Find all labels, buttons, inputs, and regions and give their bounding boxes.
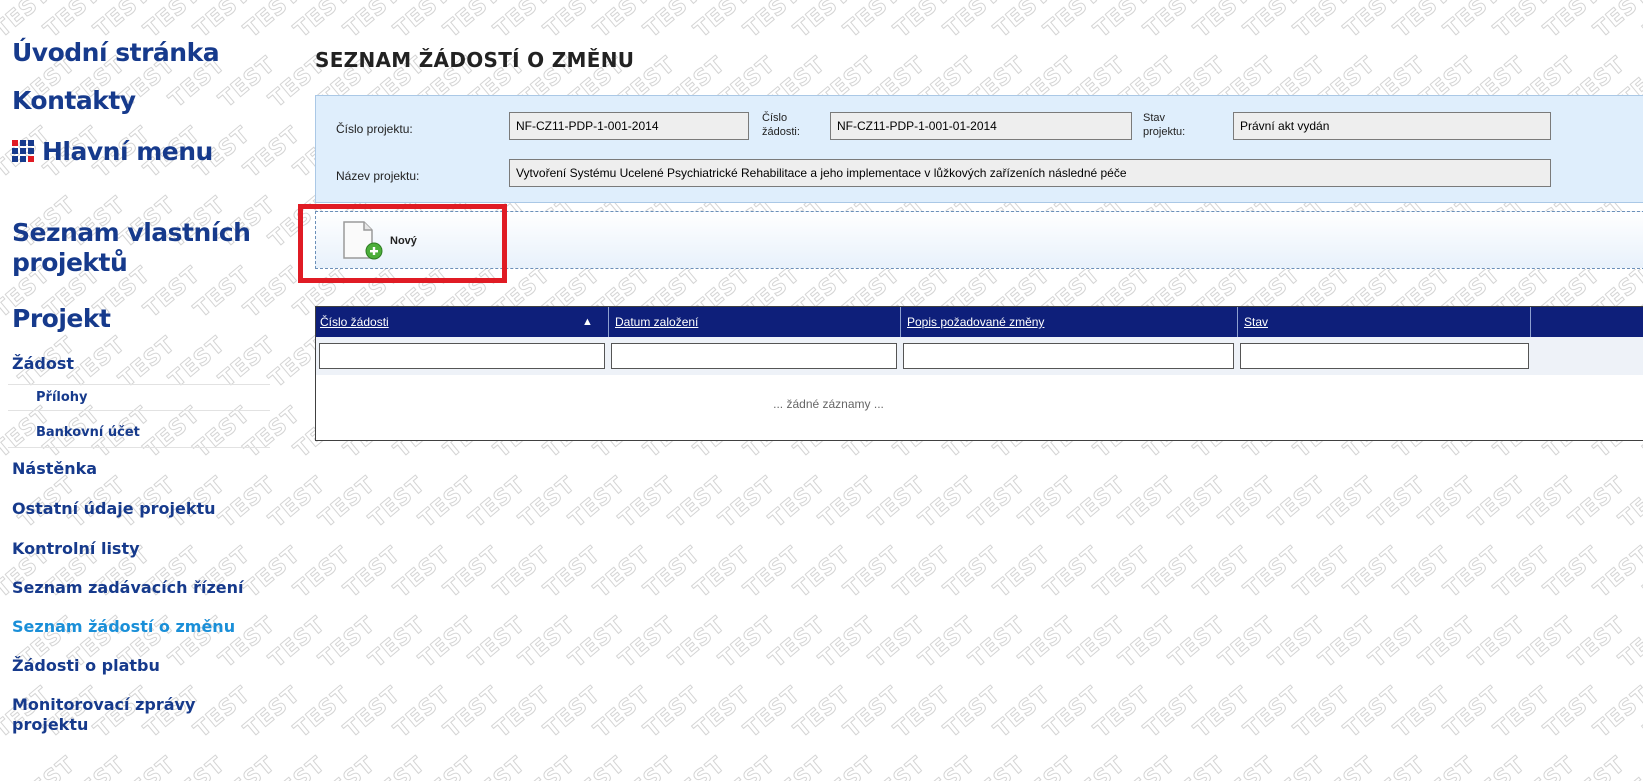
filter-row <box>316 337 1643 375</box>
grid-menu-icon <box>12 140 34 162</box>
sidebar-item-kontrolni-listy[interactable]: Kontrolní listy <box>12 539 140 559</box>
column-header-state[interactable]: Stav <box>1240 307 1530 337</box>
sidebar-item-zadost[interactable]: Žádost <box>12 354 74 374</box>
sidebar-item-ostatni-udaje[interactable]: Ostatní údaje projektu <box>12 499 216 519</box>
project-number-field: NF-CZ11-PDP-1-001-2014 <box>509 112 749 140</box>
sort-ascending-icon[interactable]: ▲ <box>582 307 593 337</box>
nav-project: Projekt <box>12 304 111 333</box>
nav-contacts[interactable]: Kontakty <box>12 86 136 116</box>
column-divider <box>1237 307 1238 337</box>
sidebar-item-bankovni-ucet[interactable]: Bankovní účet <box>36 425 140 441</box>
project-info-panel: Číslo projektu: NF-CZ11-PDP-1-001-2014 Č… <box>315 95 1643 203</box>
column-divider <box>900 307 901 337</box>
project-name-label: Název projektu: <box>336 169 420 183</box>
nav-main-menu[interactable]: Hlavní menu <box>12 137 213 167</box>
nav-own-projects[interactable]: Seznam vlastních projektů <box>12 218 272 278</box>
separator <box>8 384 270 385</box>
sidebar-item-zadavaci-rizeni[interactable]: Seznam zadávacích řízení <box>12 578 244 598</box>
sidebar-item-nastenka[interactable]: Nástěnka <box>12 459 97 479</box>
state-field: Právní akt vydán <box>1233 112 1551 140</box>
column-header-request-number[interactable]: Číslo žádosti <box>316 307 591 337</box>
toolbar: Nový <box>315 211 1643 269</box>
separator <box>8 410 270 411</box>
table-header: Číslo žádosti ▲ Datum založení Popis pož… <box>316 307 1643 337</box>
requests-table: Číslo žádosti ▲ Datum založení Popis pož… <box>315 306 1643 441</box>
column-header-date[interactable]: Datum založení <box>611 307 896 337</box>
filter-date[interactable] <box>611 343 897 369</box>
filter-request-number[interactable] <box>319 343 605 369</box>
filter-description[interactable] <box>903 343 1234 369</box>
project-name-field: Vytvoření Systému Ucelené Psychiatrické … <box>509 159 1551 187</box>
highlight-box <box>298 204 507 283</box>
nav-main-menu-label: Hlavní menu <box>42 137 213 166</box>
request-number-field: NF-CZ11-PDP-1-001-01-2014 <box>830 112 1132 140</box>
sidebar: Úvodní stránka Kontakty Hlavní menu Sezn… <box>0 0 300 781</box>
column-divider <box>1530 307 1531 337</box>
page-title: SEZNAM ŽÁDOSTÍ O ZMĚNU <box>315 48 635 72</box>
nav-home[interactable]: Úvodní stránka <box>12 38 220 68</box>
column-header-description[interactable]: Popis požadované změny <box>903 307 1233 337</box>
sidebar-item-zadosti-o-zmenu[interactable]: Seznam žádostí o změnu <box>12 617 235 637</box>
state-label-1: Stav <box>1143 112 1166 124</box>
empty-message: ... žádné záznamy ... <box>773 397 884 411</box>
state-label-2: projektu: <box>1143 126 1186 138</box>
sidebar-item-monitorovaci-zpravy[interactable]: Monitorovací zprávy projektu <box>12 695 232 735</box>
sidebar-item-prilohy[interactable]: Přílohy <box>36 390 88 406</box>
project-number-label: Číslo projektu: <box>336 122 413 136</box>
column-divider <box>608 307 609 337</box>
request-number-label-1: Číslo <box>762 112 788 124</box>
request-number-label-2: žádosti: <box>762 126 800 138</box>
sidebar-item-zadosti-o-platbu[interactable]: Žádosti o platbu <box>12 656 160 676</box>
separator <box>8 447 270 448</box>
main-content: SEZNAM ŽÁDOSTÍ O ZMĚNU Číslo projektu: N… <box>298 0 1643 781</box>
filter-state[interactable] <box>1240 343 1529 369</box>
